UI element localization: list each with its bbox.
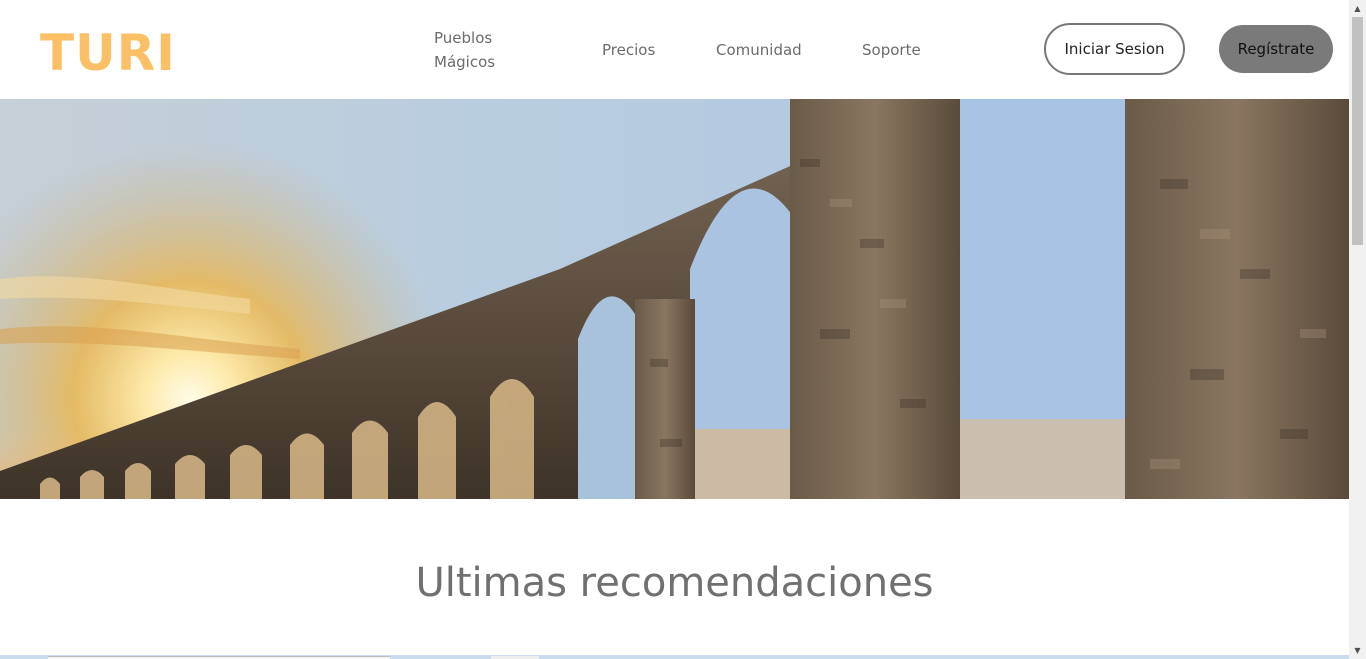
scroll-up-arrow-icon[interactable]: ▲ (1349, 0, 1366, 17)
aqueduct-photo-illustration (0, 99, 1349, 499)
nav-link-comunidad[interactable]: Comunidad (716, 38, 802, 62)
nav-link-pueblos-magicos[interactable]: Pueblos Mágicos (434, 26, 534, 74)
nav-link-soporte[interactable]: Soporte (862, 38, 921, 62)
page: TURI Pueblos Mágicos Precios Comunidad S… (0, 0, 1349, 659)
login-button[interactable]: Iniciar Sesion (1044, 23, 1185, 75)
scrollbar-thumb[interactable] (1352, 17, 1363, 245)
site-header: TURI Pueblos Mágicos Precios Comunidad S… (0, 0, 1349, 99)
scroll-down-arrow-icon[interactable]: ▼ (1349, 642, 1366, 659)
section-title: Ultimas recomendaciones (415, 560, 934, 606)
page-scrollbar[interactable]: ▲ ▼ (1349, 0, 1366, 659)
register-button[interactable]: Regístrate (1219, 25, 1333, 73)
logo[interactable]: TURI (40, 22, 176, 84)
hero-image (0, 99, 1349, 499)
nav-link-precios[interactable]: Precios (602, 38, 655, 62)
